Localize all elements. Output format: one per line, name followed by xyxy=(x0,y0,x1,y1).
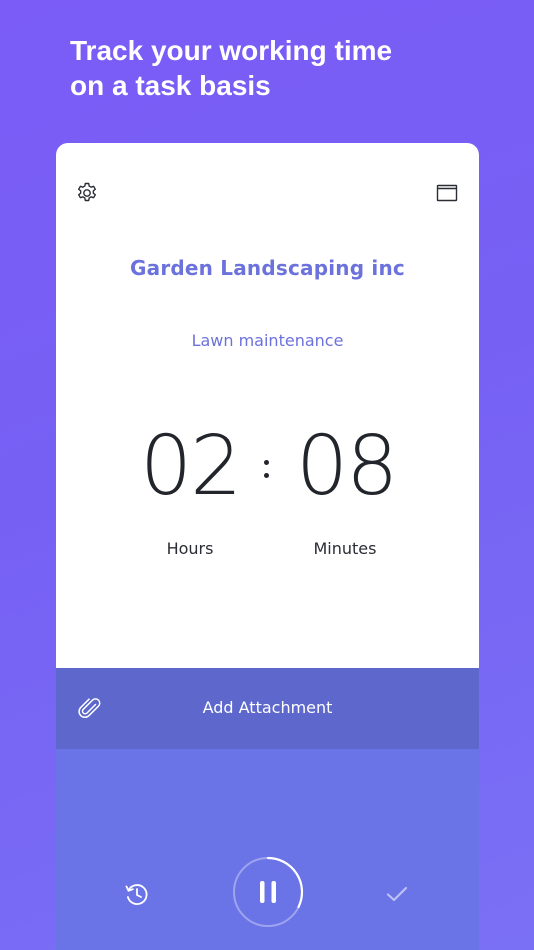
window-icon xyxy=(436,184,458,202)
pause-button[interactable] xyxy=(232,856,304,928)
headline-line-1: Track your working time xyxy=(70,35,393,66)
headline-line-2: on a task basis xyxy=(70,70,271,101)
timer-controls xyxy=(56,749,479,950)
hours-label: Hours xyxy=(166,539,214,558)
settings-button[interactable] xyxy=(73,179,101,207)
complete-button[interactable] xyxy=(383,880,411,908)
time-separator xyxy=(261,458,271,480)
minutes-value: 08 xyxy=(296,419,398,514)
headline: Track your working time on a task basis xyxy=(70,33,510,103)
add-attachment-button[interactable]: Add Attachment xyxy=(56,668,479,749)
pause-icon xyxy=(233,856,304,927)
client-name[interactable]: Garden Landscaping inc xyxy=(56,256,479,280)
history-icon xyxy=(125,884,148,905)
gear-icon xyxy=(78,182,96,202)
timer-card: Garden Landscaping inc Lawn maintenance … xyxy=(56,143,479,950)
minutes-label: Minutes xyxy=(313,539,377,558)
history-button[interactable] xyxy=(122,879,152,909)
hours-value: 02 xyxy=(140,419,242,514)
timer-panel: Garden Landscaping inc Lawn maintenance … xyxy=(56,143,479,668)
add-attachment-label: Add Attachment xyxy=(202,698,333,717)
task-name[interactable]: Lawn maintenance xyxy=(56,331,479,350)
checkmark-icon xyxy=(386,886,408,902)
window-button[interactable] xyxy=(433,179,461,207)
